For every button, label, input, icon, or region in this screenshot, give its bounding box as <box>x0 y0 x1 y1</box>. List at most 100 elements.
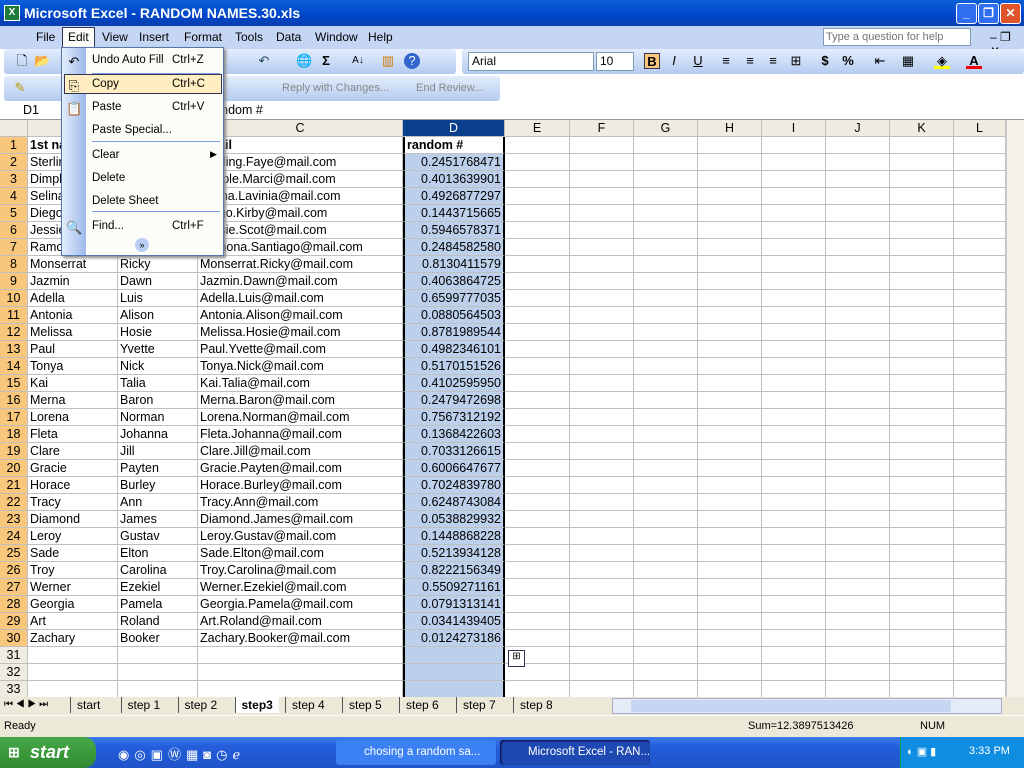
cell-J32[interactable] <box>826 664 890 681</box>
cell-H24[interactable] <box>698 528 762 545</box>
cell-A18[interactable]: Fleta <box>28 426 118 443</box>
cell-J2[interactable] <box>826 154 890 171</box>
cell-J15[interactable] <box>826 375 890 392</box>
column-header-D[interactable]: D <box>403 120 505 137</box>
sheet-tab-step-7[interactable]: step 7 <box>456 697 502 713</box>
cell-G18[interactable] <box>634 426 698 443</box>
cell-G28[interactable] <box>634 596 698 613</box>
cell-A20[interactable]: Gracie <box>28 460 118 477</box>
cell-E7[interactable] <box>505 239 570 256</box>
cell-H33[interactable] <box>698 681 762 698</box>
cell-H5[interactable] <box>698 205 762 222</box>
cell-G19[interactable] <box>634 443 698 460</box>
open-icon[interactable]: 📂 <box>34 53 50 69</box>
edit-menu-item-paste-special[interactable]: Paste Special... <box>62 124 223 140</box>
cell-K32[interactable] <box>890 664 954 681</box>
cell-A16[interactable]: Merna <box>28 392 118 409</box>
cell-H6[interactable] <box>698 222 762 239</box>
cell-B13[interactable]: Yvette <box>118 341 198 358</box>
cell-K8[interactable] <box>890 256 954 273</box>
cell-K1[interactable] <box>890 137 954 154</box>
cell-H7[interactable] <box>698 239 762 256</box>
row-header[interactable]: 21 <box>0 477 28 494</box>
cell-B19[interactable]: Jill <box>118 443 198 460</box>
cell-I8[interactable] <box>762 256 826 273</box>
cell-H17[interactable] <box>698 409 762 426</box>
sheet-tab-step-1[interactable]: step 1 <box>120 697 167 713</box>
cell-G25[interactable] <box>634 545 698 562</box>
cell-K2[interactable] <box>890 154 954 171</box>
cell-D5[interactable]: 0.1443715665 <box>403 205 505 222</box>
row-header[interactable]: 30 <box>0 630 28 647</box>
tab-scroll-buttons[interactable]: ⏮ ◀ ▶ ⏭ <box>4 699 48 710</box>
select-all-corner[interactable] <box>0 120 28 137</box>
cell-L2[interactable] <box>954 154 1006 171</box>
cell-E1[interactable] <box>505 137 570 154</box>
cell-D7[interactable]: 0.2484582580 <box>403 239 505 256</box>
cell-J7[interactable] <box>826 239 890 256</box>
cell-G3[interactable] <box>634 171 698 188</box>
menu-tools[interactable]: Tools <box>235 30 263 44</box>
cell-F30[interactable] <box>570 630 634 647</box>
cell-D16[interactable]: 0.2479472698 <box>403 392 505 409</box>
cell-J1[interactable] <box>826 137 890 154</box>
menu-edit[interactable]: Edit <box>62 27 95 49</box>
row-header[interactable]: 22 <box>0 494 28 511</box>
cell-C31[interactable] <box>198 647 403 664</box>
row-header[interactable]: 23 <box>0 511 28 528</box>
cell-G2[interactable] <box>634 154 698 171</box>
cell-K21[interactable] <box>890 477 954 494</box>
cell-E8[interactable] <box>505 256 570 273</box>
font-color-icon[interactable]: A <box>966 53 982 69</box>
cell-G6[interactable] <box>634 222 698 239</box>
cell-H15[interactable] <box>698 375 762 392</box>
cell-F13[interactable] <box>570 341 634 358</box>
cell-K11[interactable] <box>890 307 954 324</box>
column-header-L[interactable]: L <box>954 120 1006 137</box>
cell-G22[interactable] <box>634 494 698 511</box>
column-header-F[interactable]: F <box>570 120 634 137</box>
cell-C17[interactable]: Lorena.Norman@mail.com <box>198 409 403 426</box>
cell-E17[interactable] <box>505 409 570 426</box>
cell-E16[interactable] <box>505 392 570 409</box>
cell-A17[interactable]: Lorena <box>28 409 118 426</box>
cell-B12[interactable]: Hosie <box>118 324 198 341</box>
cell-I30[interactable] <box>762 630 826 647</box>
cell-I33[interactable] <box>762 681 826 698</box>
cell-F27[interactable] <box>570 579 634 596</box>
cell-H21[interactable] <box>698 477 762 494</box>
cell-D24[interactable]: 0.1448868228 <box>403 528 505 545</box>
align-left-icon[interactable]: ≡ <box>718 53 734 69</box>
help-icon[interactable]: ? <box>404 53 420 69</box>
cell-L21[interactable] <box>954 477 1006 494</box>
menu-help[interactable]: Help <box>368 30 393 44</box>
cell-C33[interactable] <box>198 681 403 698</box>
cell-C23[interactable]: Diamond.James@mail.com <box>198 511 403 528</box>
end-review-button[interactable]: End Review... <box>416 82 483 94</box>
cell-D20[interactable]: 0.6006647677 <box>403 460 505 477</box>
cell-C16[interactable]: Merna.Baron@mail.com <box>198 392 403 409</box>
cell-I16[interactable] <box>762 392 826 409</box>
cell-I6[interactable] <box>762 222 826 239</box>
cell-I20[interactable] <box>762 460 826 477</box>
cell-J33[interactable] <box>826 681 890 698</box>
cell-H29[interactable] <box>698 613 762 630</box>
merge-icon[interactable]: ⊞ <box>788 53 804 69</box>
cell-I18[interactable] <box>762 426 826 443</box>
cell-L20[interactable] <box>954 460 1006 477</box>
cell-F12[interactable] <box>570 324 634 341</box>
cell-D8[interactable]: 0.8130411579 <box>403 256 505 273</box>
cell-G20[interactable] <box>634 460 698 477</box>
row-header[interactable]: 28 <box>0 596 28 613</box>
cell-B26[interactable]: Carolina <box>118 562 198 579</box>
cell-K20[interactable] <box>890 460 954 477</box>
cell-B23[interactable]: James <box>118 511 198 528</box>
cell-I3[interactable] <box>762 171 826 188</box>
cell-H23[interactable] <box>698 511 762 528</box>
cell-D30[interactable]: 0.0124273186 <box>403 630 505 647</box>
cell-A10[interactable]: Adella <box>28 290 118 307</box>
tray-icons[interactable]: ◐ ▣ ▮ <box>907 745 936 758</box>
cell-K24[interactable] <box>890 528 954 545</box>
sheet-tab-step-5[interactable]: step 5 <box>342 697 388 713</box>
cell-A12[interactable]: Melissa <box>28 324 118 341</box>
